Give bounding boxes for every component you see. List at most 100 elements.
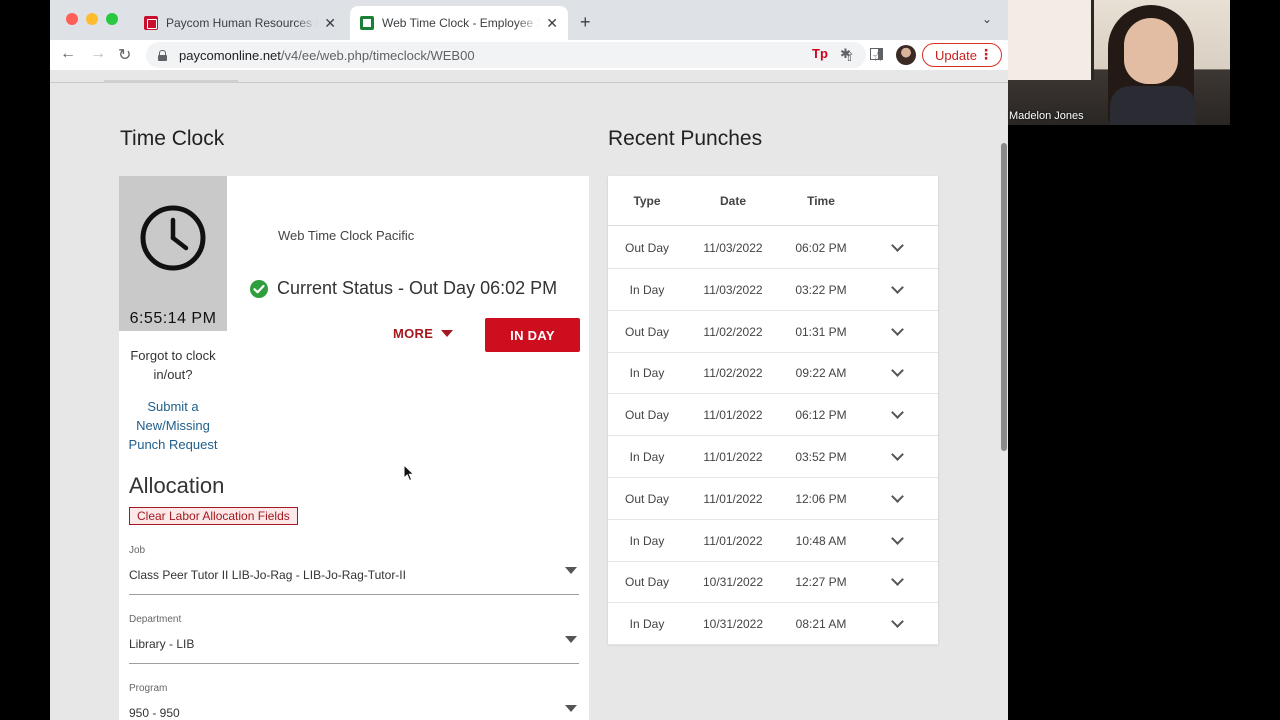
job-select[interactable]: Job Class Peer Tutor II LIB-Jo-Rag - LIB…: [129, 545, 579, 595]
time-clock-heading: Time Clock: [120, 127, 225, 150]
table-row[interactable]: Out Day 11/01/2022 12:06 PM: [608, 478, 938, 520]
submit-missing-punch-link[interactable]: Submit a New/Missing Punch Request: [119, 397, 227, 454]
page-scrollbar[interactable]: [1001, 143, 1007, 451]
chevron-down-icon[interactable]: [891, 489, 904, 503]
paycom-icon: [144, 16, 158, 30]
lock-icon[interactable]: [158, 49, 167, 61]
maximize-window-button[interactable]: [106, 13, 118, 25]
close-window-button[interactable]: [66, 13, 78, 25]
profile-avatar[interactable]: [896, 45, 916, 65]
table-row[interactable]: In Day 10/31/2022 08:21 AM: [608, 603, 938, 646]
extensions-puzzle-icon[interactable]: ✱: [840, 46, 851, 62]
video-participant-tile: [1008, 0, 1230, 125]
punch-time: 09:22 AM: [795, 366, 847, 381]
table-row[interactable]: Out Day 11/03/2022 06:02 PM: [608, 227, 938, 269]
side-panel-icon[interactable]: [870, 48, 883, 60]
chevron-down-icon[interactable]: [891, 364, 904, 378]
caret-down-icon: [565, 567, 577, 574]
punch-time: 01:31 PM: [795, 324, 847, 339]
update-button[interactable]: Update ⋮: [922, 43, 1002, 67]
chevron-down-icon[interactable]: [891, 322, 904, 336]
table-row[interactable]: In Day 11/02/2022 09:22 AM: [608, 352, 938, 395]
more-button[interactable]: MORE: [393, 326, 454, 341]
tab-list-button[interactable]: ⌄: [982, 12, 992, 26]
punch-time: 08:21 AM: [795, 617, 847, 632]
table-row[interactable]: Out Day 11/01/2022 06:12 PM: [608, 394, 938, 437]
recent-punches-heading: Recent Punches: [608, 127, 763, 150]
punch-date: 11/01/2022: [703, 533, 763, 548]
field-value: Library - LIB: [129, 637, 195, 651]
punch-date: 11/02/2022: [703, 366, 763, 381]
more-label: MORE: [393, 326, 434, 341]
clear-labor-allocation-button[interactable]: Clear Labor Allocation Fields: [129, 507, 298, 525]
chevron-down-icon[interactable]: [891, 406, 904, 420]
table-row[interactable]: Out Day 10/31/2022 12:27 PM: [608, 561, 938, 604]
mouse-cursor-icon: [403, 464, 415, 482]
chevron-down-icon[interactable]: [891, 280, 904, 294]
time-clock-card: 6:55:14 PM Web Time Clock Pacific Curren…: [119, 176, 589, 720]
department-select[interactable]: Department Library - LIB: [129, 614, 579, 664]
close-icon[interactable]: ✕: [546, 15, 558, 32]
table-row[interactable]: In Day 11/01/2022 10:48 AM: [608, 520, 938, 562]
punch-type: In Day: [629, 533, 665, 548]
timeclock-icon: [360, 16, 374, 30]
punch-type: Out Day: [624, 408, 669, 423]
back-icon[interactable]: ←: [60, 45, 76, 63]
new-tab-button[interactable]: +: [580, 12, 591, 33]
current-time: 6:55:14 PM: [129, 310, 217, 327]
table-header: Type Date Time: [608, 176, 938, 226]
reload-icon[interactable]: ↻: [118, 45, 131, 65]
forgot-clock-text: Forgot to clock in/out?: [130, 348, 216, 382]
punch-type: Out Day: [624, 575, 669, 590]
recent-punches-table: Type Date Time Out Day 11/03/2022 06:02 PM…: [608, 176, 938, 646]
status-text: Current Status - Out Day 06:02 PM: [277, 278, 558, 298]
caret-down-icon: [565, 705, 577, 712]
punch-time: 03:52 PM: [795, 450, 847, 464]
punch-type: In Day: [629, 450, 665, 464]
field-label: Department: [129, 614, 182, 625]
chevron-down-icon[interactable]: [891, 239, 904, 252]
chevron-down-icon[interactable]: [891, 531, 904, 545]
punch-type: Out Day: [624, 324, 669, 339]
close-icon[interactable]: ✕: [324, 15, 336, 32]
punch-date: 11/02/2022: [703, 324, 763, 339]
participant-video: [1110, 86, 1196, 125]
update-label: Update: [935, 47, 977, 63]
tab-paycom-hr[interactable]: Paycom Human Resources Info ✕: [134, 6, 346, 40]
browser-toolbar: ← → ↻ paycomonline.net/v4/ee/web.php/tim…: [50, 40, 1008, 70]
punch-date: 11/03/2022: [703, 241, 763, 255]
punch-time: 06:02 PM: [795, 241, 847, 255]
participant-video: [1124, 18, 1178, 84]
field-value: Class Peer Tutor II LIB-Jo-Rag - LIB-Jo-…: [129, 568, 406, 582]
screen: Paycom Human Resources Info ✕ Web Time C…: [0, 0, 1280, 720]
tab-web-time-clock[interactable]: Web Time Clock - Employee Se ✕: [350, 6, 568, 40]
chevron-down-icon[interactable]: [891, 615, 904, 629]
column-header-time: Time: [807, 194, 835, 208]
chevron-down-icon[interactable]: [891, 448, 904, 461]
caret-down-icon: [565, 636, 577, 643]
participant-name: Madelon Jones: [1009, 110, 1084, 122]
tab-title: Paycom Human Resources Info: [166, 16, 319, 30]
clock-icon: [140, 205, 206, 271]
check-circle-icon: [250, 279, 268, 298]
table-row[interactable]: In Day 11/03/2022 03:22 PM: [608, 269, 938, 311]
forward-icon[interactable]: →: [90, 45, 106, 63]
caret-down-icon: [441, 330, 454, 337]
video-background: [1008, 0, 1094, 80]
punch-time: 03:22 PM: [795, 282, 847, 297]
tp-extension-icon[interactable]: Tp: [812, 46, 828, 61]
table-row[interactable]: Out Day 11/02/2022 01:31 PM: [608, 311, 938, 353]
clock-panel: 6:55:14 PM: [119, 176, 227, 331]
field-value: 950 - 950: [129, 706, 180, 720]
address-bar[interactable]: paycomonline.net/v4/ee/web.php/timeclock…: [146, 42, 884, 68]
punch-time: 06:12 PM: [795, 408, 847, 423]
column-header-date: Date: [719, 194, 746, 208]
in-day-button[interactable]: IN DAY: [485, 318, 580, 352]
chevron-down-icon[interactable]: [891, 573, 904, 587]
punch-date: 11/01/2022: [703, 408, 763, 423]
menu-kebab-icon[interactable]: ⋮: [979, 46, 993, 63]
table-row[interactable]: In Day 11/01/2022 03:52 PM: [608, 436, 938, 478]
tab-title: Web Time Clock - Employee Se: [382, 16, 541, 30]
minimize-window-button[interactable]: [86, 13, 98, 25]
program-select[interactable]: Program 950 - 950: [129, 683, 579, 720]
